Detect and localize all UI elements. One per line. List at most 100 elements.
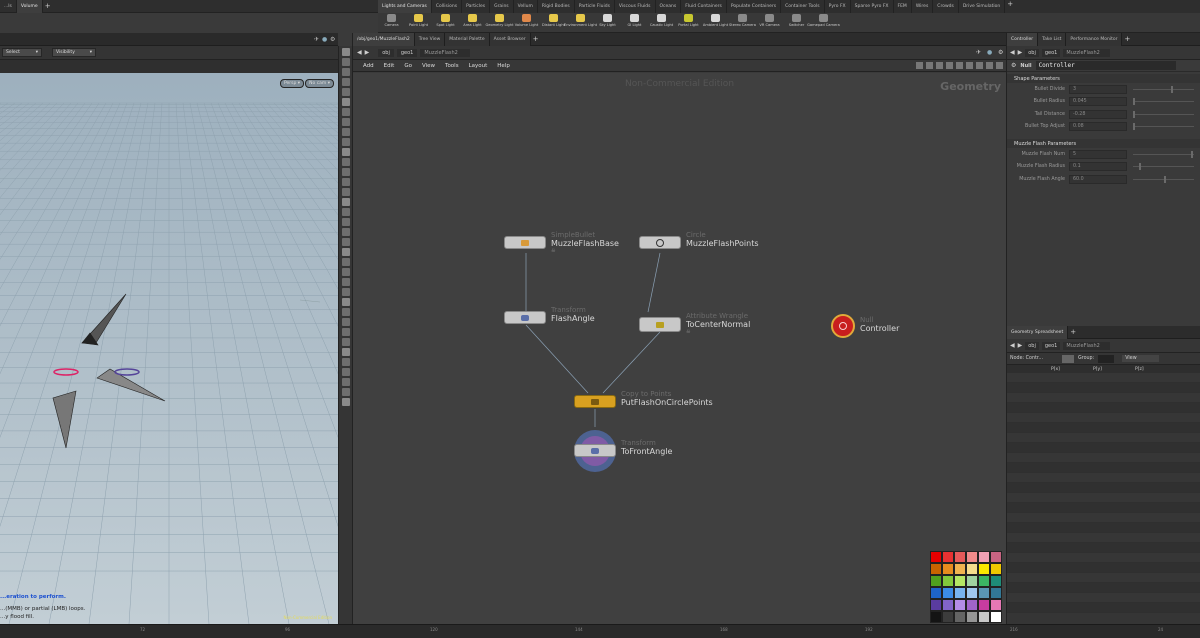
palette-swatch[interactable] xyxy=(930,599,942,611)
param-tab[interactable]: Take List xyxy=(1038,32,1067,46)
node-body[interactable] xyxy=(504,311,546,324)
viewport-tool-icon[interactable] xyxy=(341,168,350,176)
shelf-tool-camera[interactable]: Camera xyxy=(378,13,405,33)
node-name-field[interactable]: Controller xyxy=(1035,61,1176,70)
add-tab-button[interactable]: + xyxy=(1068,328,1078,336)
palette-swatch[interactable] xyxy=(942,587,954,599)
shelf-tab[interactable]: Fluid Containers xyxy=(681,0,727,13)
node-body[interactable] xyxy=(639,236,681,249)
dot-icon[interactable] xyxy=(976,62,983,69)
add-tab-button[interactable]: + xyxy=(1122,35,1132,43)
palette-swatch[interactable] xyxy=(966,599,978,611)
gear-icon[interactable]: ⚙ xyxy=(1011,62,1016,69)
node-body[interactable] xyxy=(639,317,681,332)
forward-arrow-icon[interactable]: ▶ xyxy=(1018,49,1023,56)
node-flashangle[interactable]: Transform FlashAngle xyxy=(504,306,595,324)
palette-swatch[interactable] xyxy=(930,563,942,575)
shelf-tab[interactable]: Particles xyxy=(462,0,491,13)
slider-knob[interactable] xyxy=(1170,85,1173,93)
viewport-tool-icon[interactable] xyxy=(341,178,350,186)
viewport-tool-icon[interactable] xyxy=(341,98,350,106)
grid-icon[interactable] xyxy=(926,62,933,69)
viewport-tool-icon[interactable] xyxy=(341,188,350,196)
viewport-tool-icon[interactable] xyxy=(341,308,350,316)
shelf-tool-portal-light[interactable]: Portal Light xyxy=(675,13,702,33)
param-value-field[interactable]: 60.0 xyxy=(1069,174,1127,184)
param-slider[interactable] xyxy=(1133,163,1194,171)
palette-swatch[interactable] xyxy=(990,563,1002,575)
viewport-tool-icon[interactable] xyxy=(341,48,350,56)
shelf-tab[interactable]: Vellum xyxy=(514,0,538,13)
viewport-tool-icon[interactable] xyxy=(341,258,350,266)
palette-swatch[interactable] xyxy=(978,575,990,587)
slider-knob[interactable] xyxy=(1163,175,1166,183)
viewport-tool-icon[interactable] xyxy=(341,208,350,216)
slider-knob[interactable] xyxy=(1133,110,1135,118)
viewport-tool-icon[interactable] xyxy=(341,378,350,386)
path-geo[interactable]: geo1 xyxy=(1041,48,1061,57)
node-body[interactable] xyxy=(831,314,855,338)
palette-swatch[interactable] xyxy=(942,563,954,575)
param-section-header[interactable]: Shape Parameters xyxy=(1007,74,1200,83)
shelf-tool-gamepad-camera[interactable]: Gamepad Camera xyxy=(807,13,840,33)
palette-swatch[interactable] xyxy=(942,551,954,563)
shelf-tab[interactable]: Grains xyxy=(490,0,514,13)
info-icon[interactable] xyxy=(996,62,1003,69)
network-tab[interactable]: Tree View xyxy=(414,32,446,46)
palette-swatch[interactable] xyxy=(930,611,942,623)
palette-swatch[interactable] xyxy=(954,575,966,587)
param-value-field[interactable]: 0.045 xyxy=(1069,97,1127,107)
shelf-tool-stereo-camera[interactable]: Stereo Camera xyxy=(729,13,756,33)
palette-swatch[interactable] xyxy=(966,611,978,623)
palette-swatch[interactable] xyxy=(966,587,978,599)
viewport-tool-icon[interactable] xyxy=(341,118,350,126)
param-tab[interactable]: Performance Monitor xyxy=(1066,32,1123,46)
group-field[interactable] xyxy=(1098,354,1115,363)
shelf-tool-area-light[interactable]: Area Light xyxy=(459,13,486,33)
palette-swatch[interactable] xyxy=(930,575,942,587)
back-arrow-icon[interactable]: ◀ xyxy=(357,49,362,56)
shelf-tab[interactable]: Collisions xyxy=(432,0,463,13)
slider-knob[interactable] xyxy=(1139,163,1142,171)
add-shelf-tab-button[interactable]: + xyxy=(1005,0,1015,13)
add-shelf-tab-button[interactable]: + xyxy=(43,2,53,10)
menu-layout[interactable]: Layout xyxy=(464,63,493,69)
palette-swatch[interactable] xyxy=(978,587,990,599)
path-node[interactable]: MuzzleFlash2 xyxy=(1063,48,1110,57)
node-body[interactable] xyxy=(574,444,616,457)
network-tab[interactable]: Asset Browser xyxy=(489,32,531,46)
param-slider[interactable] xyxy=(1133,98,1194,106)
palette-swatch[interactable] xyxy=(978,599,990,611)
palette-swatch[interactable] xyxy=(966,575,978,587)
shelf-tool-sky-light[interactable]: Sky Light xyxy=(594,13,621,33)
param-value-field[interactable]: 5 xyxy=(1069,149,1127,159)
path-obj[interactable]: obj xyxy=(1025,341,1039,350)
back-arrow-icon[interactable]: ◀ xyxy=(1010,342,1015,349)
viewport-tool-icon[interactable] xyxy=(341,318,350,326)
palette-swatch[interactable] xyxy=(954,587,966,599)
palette-swatch[interactable] xyxy=(990,575,1002,587)
viewport-tool-icon[interactable] xyxy=(341,348,350,356)
list-icon[interactable] xyxy=(936,62,943,69)
gear-icon[interactable]: ⚙ xyxy=(330,36,338,43)
param-slider[interactable] xyxy=(1133,150,1194,158)
camera-menu[interactable]: No cam ▾ xyxy=(305,79,334,88)
shelf-tab[interactable]: Sparse Pyro FX xyxy=(851,0,894,13)
param-tab[interactable]: Controller xyxy=(1007,32,1039,46)
menu-view[interactable]: View xyxy=(417,63,440,69)
shelf-tool-gi-light[interactable]: GI Light xyxy=(621,13,648,33)
layout-icon[interactable] xyxy=(946,62,953,69)
viewport-tool-icon[interactable] xyxy=(341,248,350,256)
viewport-tool-icon[interactable] xyxy=(341,158,350,166)
shelf-tab[interactable]: Viscous Fluids xyxy=(615,0,656,13)
viewport-tool-icon[interactable] xyxy=(341,58,350,66)
palette-swatch[interactable] xyxy=(930,551,942,563)
palette-swatch[interactable] xyxy=(966,563,978,575)
palette-swatch[interactable] xyxy=(990,587,1002,599)
palette-swatch[interactable] xyxy=(954,551,966,563)
viewport-tool-icon[interactable] xyxy=(341,108,350,116)
shelf-tool-distant-light[interactable]: Distant Light xyxy=(540,13,567,33)
node-muzzleflashpoints[interactable]: Circle MuzzleFlashPoints xyxy=(639,231,759,249)
persp-menu[interactable]: Persp ▾ xyxy=(279,79,304,88)
param-slider[interactable] xyxy=(1133,175,1194,183)
